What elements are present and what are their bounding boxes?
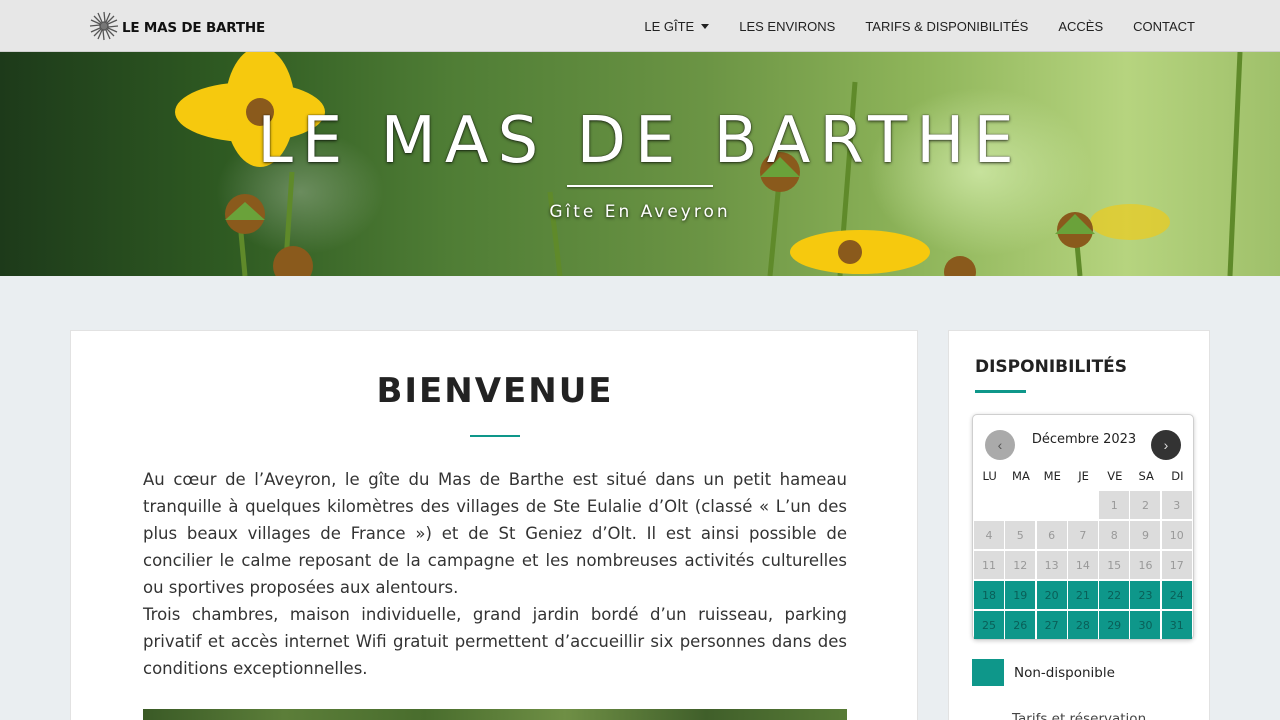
calendar-weekdays: LU MA ME JE VE SA DI <box>974 469 1193 483</box>
caret-down-icon <box>701 23 710 29</box>
calendar-day[interactable]: 8 <box>1099 521 1130 549</box>
calendar-legend: Non-disponible <box>972 659 1115 686</box>
calendar-day-unavailable[interactable]: 24 <box>1161 581 1192 609</box>
calendar-blank-cell <box>1068 491 1098 519</box>
calendar-day[interactable]: 7 <box>1067 521 1098 549</box>
nav-item-acces[interactable]: ACCÈS <box>1058 19 1103 34</box>
calendar-day[interactable]: 11 <box>974 551 1004 579</box>
flower-logo-icon <box>89 11 119 41</box>
calendar-day[interactable]: 1 <box>1099 491 1130 519</box>
intro-paragraph: Au cœur de l’Aveyron, le gîte du Mas de … <box>143 470 847 597</box>
calendar-day[interactable]: 5 <box>1005 521 1036 549</box>
hero-subtitle: Gîte En Aveyron <box>549 202 731 222</box>
calendar-blank-cell <box>974 491 1004 519</box>
chevron-right-icon: › <box>1163 437 1169 453</box>
availability-calendar: ‹ Décembre 2023 › LU MA ME JE VE SA DI 1… <box>972 414 1194 640</box>
nav-label: CONTACT <box>1133 18 1195 34</box>
calendar-blank-cell <box>1005 491 1035 519</box>
calendar-day[interactable]: 3 <box>1161 491 1192 519</box>
calendar-day[interactable]: 9 <box>1130 521 1161 549</box>
brand-name: LE MAS DE BARTHE <box>122 20 266 36</box>
legend-label: Non-disponible <box>1014 664 1115 681</box>
next-month-button[interactable]: › <box>1151 430 1181 460</box>
availability-widget: DISPONIBILITÉS ‹ Décembre 2023 › LU MA M… <box>948 330 1210 720</box>
nav-item-contact[interactable]: CONTACT <box>1133 19 1195 34</box>
calendar-day[interactable]: 16 <box>1130 551 1161 579</box>
sidebar-title: DISPONIBILITÉS <box>975 357 1128 377</box>
calendar-day[interactable]: 10 <box>1161 521 1192 549</box>
calendar-day[interactable]: 6 <box>1036 521 1067 549</box>
nav-label: TARIFS & DISPONIBILITÉS <box>865 18 1029 34</box>
main-nav: LE GÎTE LES ENVIRONS TARIFS & DISPONIBIL… <box>644 0 1195 52</box>
calendar-day[interactable]: 17 <box>1161 551 1192 579</box>
nav-item-tarifs[interactable]: TARIFS & DISPONIBILITÉS <box>865 19 1028 34</box>
weekday-label: VE <box>1107 469 1123 483</box>
nav-item-le-gite[interactable]: LE GÎTE <box>644 18 710 34</box>
calendar-day-unavailable[interactable]: 21 <box>1067 581 1098 609</box>
calendar-day-unavailable[interactable]: 30 <box>1130 611 1161 639</box>
calendar-days-grid: 1 2 3 4 5 6 7 8 9 10 11 12 13 14 15 16 17 18 19 20 21 22 23 24 2… <box>974 491 1192 639</box>
weekday-label: SA <box>1138 469 1154 483</box>
calendar-day-unavailable[interactable]: 22 <box>1099 581 1130 609</box>
nav-label: LES ENVIRONS <box>739 18 836 34</box>
calendar-day-unavailable[interactable]: 27 <box>1036 611 1067 639</box>
calendar-day-unavailable[interactable]: 19 <box>1005 581 1036 609</box>
weekday-label: DI <box>1171 469 1184 483</box>
weekday-label: ME <box>1043 469 1061 483</box>
sidebar-title-divider <box>975 390 1026 393</box>
calendar-day-unavailable[interactable]: 26 <box>1005 611 1036 639</box>
title-divider <box>470 435 520 437</box>
hero-divider <box>567 185 713 187</box>
weekday-label: JE <box>1078 469 1089 483</box>
calendar-day[interactable]: 15 <box>1099 551 1130 579</box>
calendar-day[interactable]: 2 <box>1130 491 1161 519</box>
calendar-day[interactable]: 4 <box>974 521 1004 549</box>
hero-banner: LE MAS DE BARTHE Gîte En Aveyron <box>0 52 1280 276</box>
garden-photo <box>143 709 847 720</box>
weekday-label: LU <box>982 469 997 483</box>
page-title: BIENVENUE <box>376 371 614 411</box>
features-paragraph: Trois chambres, maison individuelle, gra… <box>143 605 847 678</box>
calendar-day-unavailable[interactable]: 23 <box>1130 581 1161 609</box>
calendar-day-unavailable[interactable]: 28 <box>1067 611 1098 639</box>
calendar-day[interactable]: 13 <box>1036 551 1067 579</box>
site-brand[interactable]: LE MAS DE BARTHE <box>88 10 265 42</box>
tarifs-link[interactable]: Tarifs et réservation <box>1012 711 1146 720</box>
top-navbar: LE MAS DE BARTHE LE GÎTE LES ENVIRONS TA… <box>0 0 1280 52</box>
calendar-day-unavailable[interactable]: 29 <box>1099 611 1130 639</box>
calendar-day-unavailable[interactable]: 25 <box>974 611 1004 639</box>
calendar-day[interactable]: 12 <box>1005 551 1036 579</box>
calendar-day-unavailable[interactable]: 20 <box>1036 581 1067 609</box>
calendar-day[interactable]: 14 <box>1067 551 1098 579</box>
hero-title: LE MAS DE BARTHE <box>257 104 1023 178</box>
nav-item-les-environs[interactable]: LES ENVIRONS <box>739 19 835 34</box>
nav-label: LE GÎTE <box>644 18 695 34</box>
legend-swatch <box>972 659 1004 686</box>
calendar-day-unavailable[interactable]: 31 <box>1161 611 1192 639</box>
nav-label: ACCÈS <box>1058 18 1104 34</box>
calendar-day-unavailable[interactable]: 18 <box>974 581 1004 609</box>
welcome-article: BIENVENUE Au cœur de l’Aveyron, le gîte … <box>70 330 918 720</box>
calendar-blank-cell <box>1037 491 1067 519</box>
weekday-label: MA <box>1012 469 1030 483</box>
